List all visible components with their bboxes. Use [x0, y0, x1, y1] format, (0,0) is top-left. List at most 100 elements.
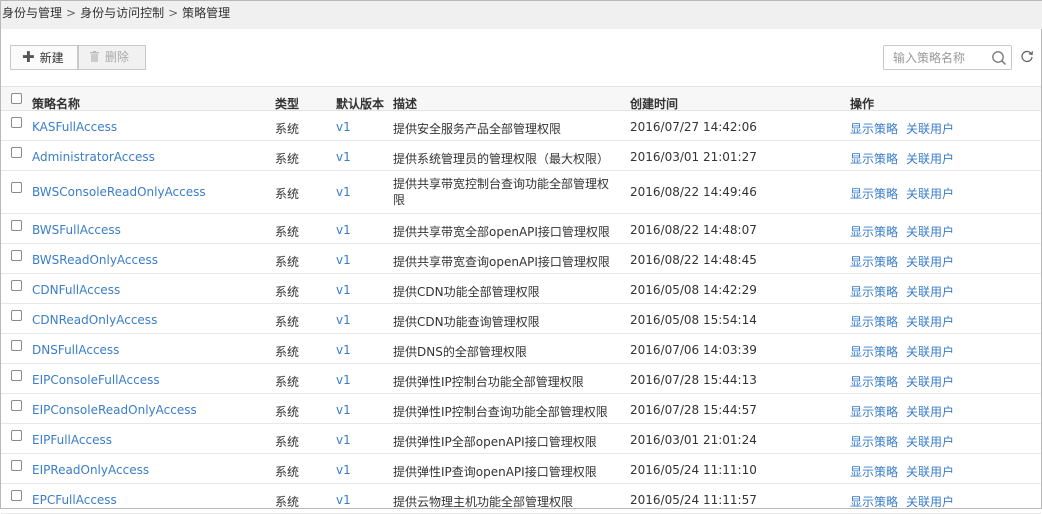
link-users-link[interactable]: 关联用户	[906, 185, 954, 202]
table-row: CDNReadOnlyAccess 系统 v1 提供CDN功能查询管理权限 2016/0…	[1, 304, 1041, 334]
show-policy-link[interactable]: 显示策略	[850, 185, 898, 202]
show-policy-link[interactable]: 显示策略	[850, 463, 898, 480]
policy-version: v1	[336, 403, 351, 417]
link-users-link[interactable]: 关联用户	[906, 223, 954, 240]
row-checkbox[interactable]	[11, 280, 22, 291]
delete-button-label: 删除	[105, 50, 130, 64]
policy-type: 系统	[275, 285, 300, 299]
show-policy-link[interactable]: 显示策略	[850, 223, 898, 240]
show-policy-link[interactable]: 显示策略	[850, 253, 898, 270]
row-checkbox[interactable]	[11, 182, 22, 193]
policy-created-time: 2016/08/22 14:48:45	[630, 253, 757, 267]
policy-name-link[interactable]: CDNReadOnlyAccess	[32, 313, 157, 327]
header-type: 类型	[275, 97, 300, 111]
policy-version: v1	[336, 373, 351, 387]
row-checkbox[interactable]	[11, 147, 22, 158]
breadcrumb-item-identity[interactable]: 身份与管理	[2, 6, 62, 20]
delete-button[interactable]: 删除	[78, 45, 146, 70]
breadcrumb-separator: >	[66, 6, 77, 20]
refresh-icon[interactable]	[1020, 49, 1034, 63]
policy-created-time: 2016/07/28 15:44:13	[630, 373, 757, 387]
policy-created-time: 2016/03/01 21:01:27	[630, 150, 757, 164]
link-users-link[interactable]: 关联用户	[906, 463, 954, 480]
policy-name-link[interactable]: EIPConsoleReadOnlyAccess	[32, 403, 197, 417]
row-checkbox[interactable]	[11, 430, 22, 441]
link-users-link[interactable]: 关联用户	[906, 343, 954, 360]
policy-desc: 提供共享带宽控制台查询功能全部管理权限	[393, 177, 610, 207]
show-policy-link[interactable]: 显示策略	[850, 120, 898, 137]
policy-name-link[interactable]: EPCFullAccess	[32, 493, 117, 507]
row-checkbox[interactable]	[11, 220, 22, 231]
trash-icon	[90, 51, 99, 62]
show-policy-link[interactable]: 显示策略	[850, 373, 898, 390]
policy-name-link[interactable]: EIPReadOnlyAccess	[32, 463, 149, 477]
policy-created-time: 2016/03/01 21:01:24	[630, 433, 757, 447]
row-checkbox[interactable]	[11, 370, 22, 381]
row-checkbox[interactable]	[11, 250, 22, 261]
policy-name-link[interactable]: KASFullAccess	[32, 120, 117, 134]
policy-name-link[interactable]: AdministratorAccess	[32, 150, 155, 164]
policy-type: 系统	[275, 375, 300, 389]
header-desc: 描述	[393, 97, 418, 111]
policy-version: v1	[336, 283, 351, 297]
policy-name-link[interactable]: CDNFullAccess	[32, 283, 120, 297]
policy-desc: 提供共享带宽全部openAPI接口管理权限	[393, 225, 610, 239]
link-users-link[interactable]: 关联用户	[906, 433, 954, 450]
link-users-link[interactable]: 关联用户	[906, 150, 954, 167]
policy-name-link[interactable]: BWSReadOnlyAccess	[32, 253, 158, 267]
policy-desc: 提供DNS的全部管理权限	[393, 345, 527, 359]
table-body: KASFullAccess 系统 v1 提供安全服务产品全部管理权限 2016/07/2…	[1, 111, 1041, 514]
policy-name-link[interactable]: EIPFullAccess	[32, 433, 112, 447]
policy-table: 策略名称 类型 默认版本 描述 创建时间 操作 KASFullAccess 系统 v…	[1, 86, 1041, 514]
breadcrumb: 身份与管理 > 身份与访问控制 > 策略管理	[1, 1, 1042, 29]
search-input[interactable]	[884, 46, 993, 69]
search-icon[interactable]	[991, 50, 1007, 66]
new-button[interactable]: ✚ 新建	[10, 45, 78, 70]
breadcrumb-item-access-control[interactable]: 身份与访问控制	[80, 6, 164, 20]
policy-desc: 提供弹性IP查询openAPI接口管理权限	[393, 465, 597, 479]
policy-name-link[interactable]: BWSFullAccess	[32, 223, 121, 237]
policy-name-link[interactable]: DNSFullAccess	[32, 343, 119, 357]
row-checkbox[interactable]	[11, 310, 22, 321]
show-policy-link[interactable]: 显示策略	[850, 343, 898, 360]
row-checkbox[interactable]	[11, 490, 22, 501]
select-all-checkbox[interactable]	[11, 93, 22, 104]
table-row: EIPConsoleFullAccess 系统 v1 提供弹性IP控制台功能全部管理权…	[1, 364, 1041, 394]
policy-created-time: 2016/07/06 14:03:39	[630, 343, 757, 357]
link-users-link[interactable]: 关联用户	[906, 493, 954, 510]
header-version: 默认版本	[336, 97, 385, 111]
show-policy-link[interactable]: 显示策略	[850, 493, 898, 510]
show-policy-link[interactable]: 显示策略	[850, 313, 898, 330]
policy-name-link[interactable]: EIPConsoleFullAccess	[32, 373, 160, 387]
show-policy-link[interactable]: 显示策略	[850, 433, 898, 450]
row-checkbox[interactable]	[11, 400, 22, 411]
table-row: KASFullAccess 系统 v1 提供安全服务产品全部管理权限 2016/07/2…	[1, 111, 1041, 141]
link-users-link[interactable]: 关联用户	[906, 120, 954, 137]
table-header: 策略名称 类型 默认版本 描述 创建时间 操作	[1, 86, 1041, 111]
policy-type: 系统	[275, 122, 300, 136]
link-users-link[interactable]: 关联用户	[906, 373, 954, 390]
policy-name-link[interactable]: BWSConsoleReadOnlyAccess	[32, 185, 206, 199]
plus-icon: ✚	[22, 48, 35, 66]
policy-desc: 提供CDN功能查询管理权限	[393, 315, 540, 329]
row-checkbox[interactable]	[11, 117, 22, 128]
row-checkbox[interactable]	[11, 340, 22, 351]
breadcrumb-item-policy: 策略管理	[182, 6, 231, 20]
link-users-link[interactable]: 关联用户	[906, 253, 954, 270]
show-policy-link[interactable]: 显示策略	[850, 150, 898, 167]
row-checkbox[interactable]	[11, 460, 22, 471]
show-policy-link[interactable]: 显示策略	[850, 403, 898, 420]
policy-desc: 提供弹性IP全部openAPI接口管理权限	[393, 435, 597, 449]
link-users-link[interactable]: 关联用户	[906, 313, 954, 330]
link-users-link[interactable]: 关联用户	[906, 403, 954, 420]
show-policy-link[interactable]: 显示策略	[850, 283, 898, 300]
policy-desc: 提供安全服务产品全部管理权限	[393, 122, 562, 136]
search-box	[883, 45, 1012, 70]
link-users-link[interactable]: 关联用户	[906, 283, 954, 300]
table-row: EIPReadOnlyAccess 系统 v1 提供弹性IP查询openAPI接口管理…	[1, 454, 1041, 484]
table-row: DNSFullAccess 系统 v1 提供DNS的全部管理权限 2016/07/06 …	[1, 334, 1041, 364]
policy-type: 系统	[275, 345, 300, 359]
new-button-label: 新建	[39, 51, 64, 65]
policy-desc: 提供弹性IP控制台功能全部管理权限	[393, 375, 584, 389]
table-row: CDNFullAccess 系统 v1 提供CDN功能全部管理权限 2016/05/08…	[1, 274, 1041, 304]
